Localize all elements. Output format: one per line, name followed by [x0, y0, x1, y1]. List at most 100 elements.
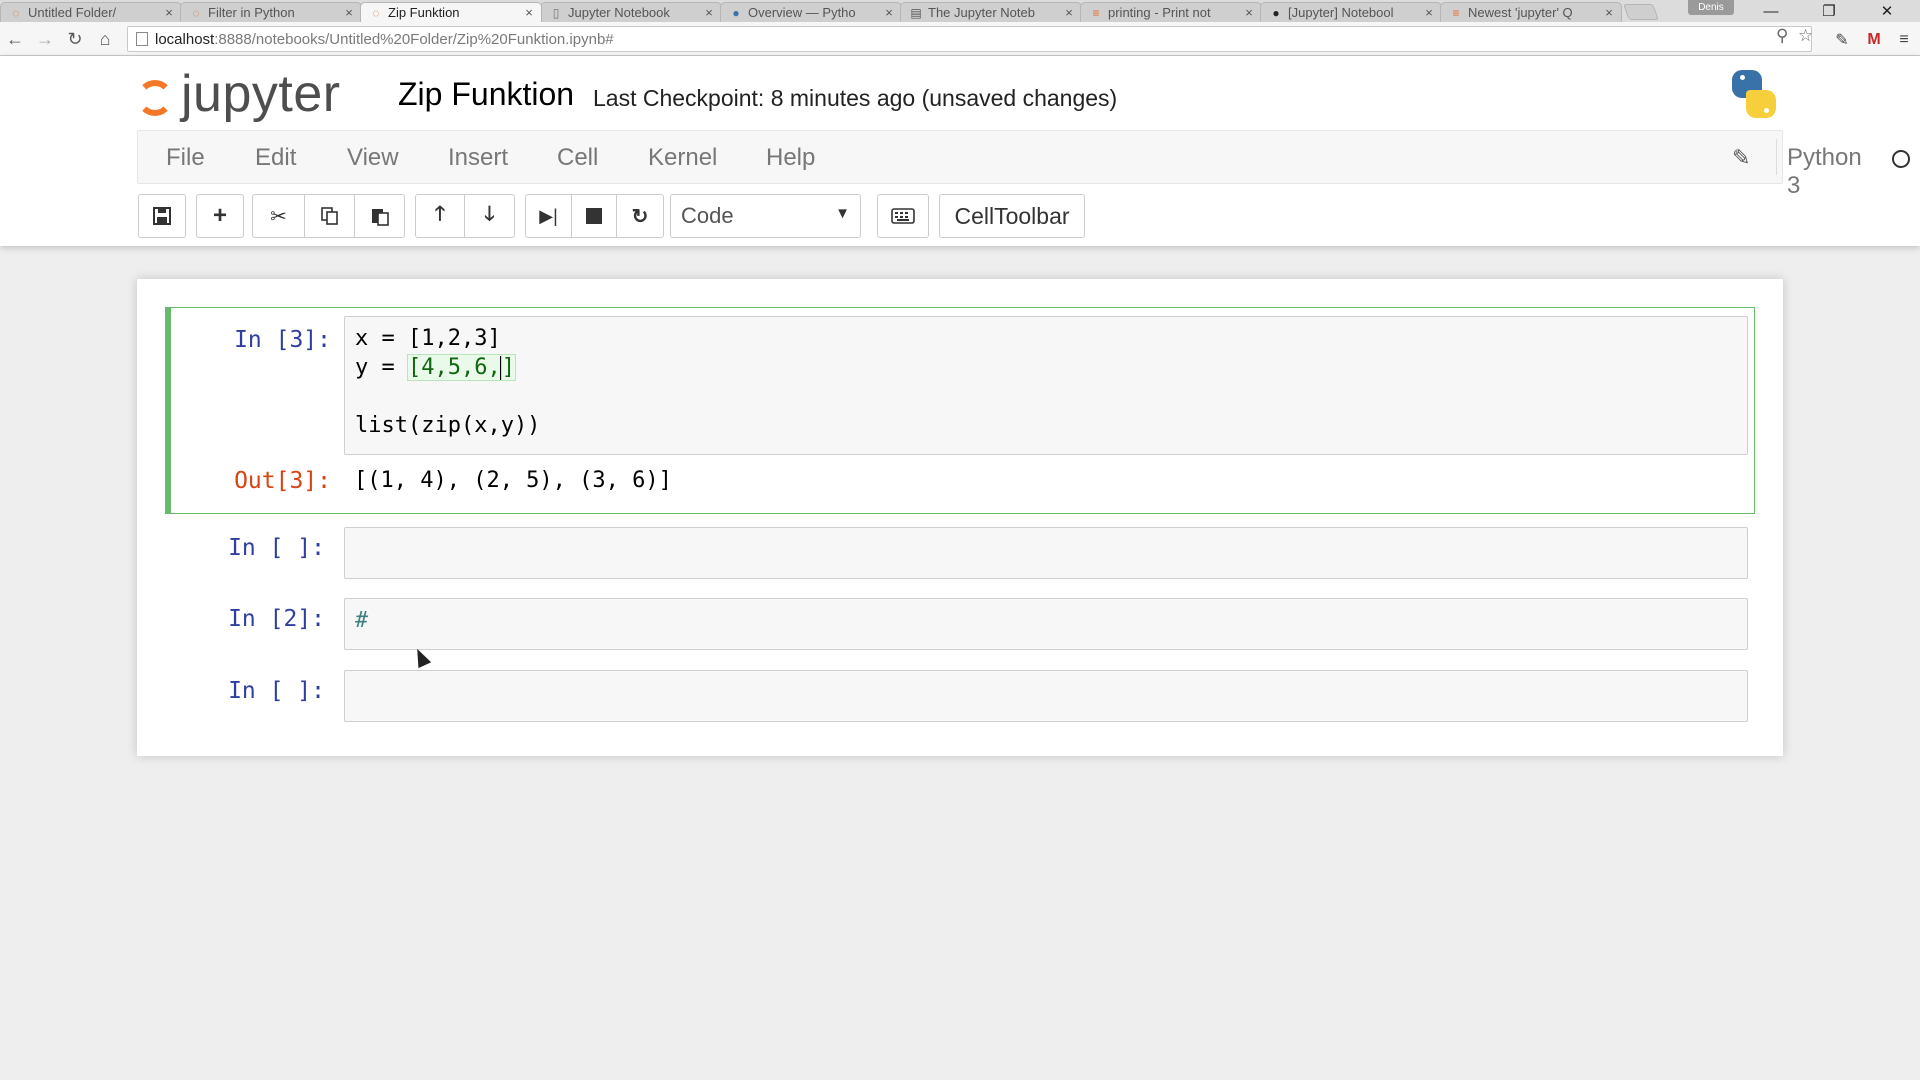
menu-kernel[interactable]: Kernel: [648, 144, 717, 172]
browser-tab[interactable]: ◌ Filter in Python ×: [180, 2, 362, 22]
browser-tab[interactable]: ≡ Newest 'jupyter' Q ×: [1440, 2, 1622, 22]
page-icon: [136, 32, 148, 46]
url-field[interactable]: localhost:8888/notebooks/Untitled%20Fold…: [127, 26, 1812, 52]
close-icon[interactable]: ×: [163, 5, 175, 20]
stop-icon: [586, 208, 602, 224]
book-icon: ▤: [910, 5, 922, 20]
restart-button[interactable]: ↻: [616, 194, 664, 238]
command-palette-button[interactable]: [877, 194, 929, 238]
browser-tab[interactable]: ◌ Untitled Folder/×: [0, 2, 182, 22]
code-editor[interactable]: x = [1,2,3] y = [4,5,6,] list(zip(x,y)): [344, 316, 1748, 455]
restore-icon[interactable]: ❐: [1806, 0, 1852, 22]
scissors-icon: ✂: [270, 205, 287, 228]
cell-type-select[interactable]: Code ▼: [670, 194, 861, 238]
move-up-button[interactable]: 🡑: [415, 194, 465, 238]
move-down-button[interactable]: 🡓: [464, 194, 515, 238]
code-cell[interactable]: In [ ]:: [165, 666, 1755, 726]
paste-button[interactable]: [354, 194, 405, 238]
extension-icon[interactable]: ✎: [1832, 30, 1852, 50]
python-icon: ●: [732, 5, 740, 20]
python-logo-icon: [1728, 68, 1780, 120]
menu-insert[interactable]: Insert: [448, 144, 508, 172]
close-icon[interactable]: ×: [1423, 5, 1435, 20]
input-prompt: In [3]:: [234, 327, 331, 353]
save-button[interactable]: [138, 194, 186, 238]
step-forward-icon: ▶|: [539, 205, 558, 226]
close-icon[interactable]: ×: [523, 5, 535, 20]
browser-tab-active[interactable]: ◌ Zip Funktion ×: [360, 2, 542, 22]
window-close-icon[interactable]: ✕: [1864, 0, 1910, 22]
divider: [1776, 139, 1777, 175]
refresh-icon: ↻: [631, 205, 649, 228]
home-icon[interactable]: ⌂: [94, 28, 116, 50]
close-icon[interactable]: ×: [1063, 5, 1075, 20]
jupyter-header: jupyter Zip Funktion Last Checkpoint: 8 …: [0, 56, 1920, 246]
back-icon[interactable]: ←: [4, 28, 26, 50]
jupyter-logo[interactable]: jupyter: [135, 65, 367, 126]
insert-cell-button[interactable]: +: [196, 194, 244, 238]
zoom-icon[interactable]: ⚲: [1776, 26, 1788, 46]
menubar: File Edit View Insert Cell Kernel Help ✎…: [137, 130, 1910, 199]
browser-tab[interactable]: ▯ Jupyter Notebook ×: [540, 2, 722, 22]
edit-mode-pencil-icon: ✎: [1732, 145, 1751, 170]
celltoolbar-button[interactable]: CellToolbar: [939, 194, 1085, 238]
code-cell[interactable]: In [2]: #: [165, 594, 1755, 654]
arrow-down-icon: 🡓: [484, 203, 495, 225]
menu-edit[interactable]: Edit: [255, 144, 296, 172]
document-icon: ▯: [552, 5, 560, 20]
copy-button[interactable]: [304, 194, 355, 238]
code-cell-selected[interactable]: In [3]: x = [1,2,3] y = [4,5,6,] list(zi…: [165, 307, 1755, 514]
plus-icon: +: [212, 202, 227, 229]
close-icon[interactable]: ×: [343, 5, 355, 20]
browser-tab[interactable]: ● [Jupyter] Notebool ×: [1260, 2, 1442, 22]
github-icon: ●: [1272, 5, 1280, 20]
code-editor[interactable]: [344, 670, 1748, 722]
browser-tabstrip: ◌ Untitled Folder/× ◌ Filter in Python × ◌ Z…: [0, 0, 1920, 22]
run-button[interactable]: ▶|: [525, 194, 572, 238]
menu-icon[interactable]: ≡: [1894, 30, 1914, 50]
floppy-disk-icon: [153, 207, 171, 225]
kernel-idle-indicator-icon: [1892, 150, 1910, 168]
output-prompt: Out[3]:: [234, 468, 331, 494]
cut-button[interactable]: ✂: [252, 194, 305, 238]
keyboard-icon: [891, 208, 915, 224]
cell-output: [(1, 4), (2, 5), (3, 6)]: [354, 468, 672, 493]
notebook-toolbar: + ✂ 🡑 🡓 ▶| ↻ Code ▼ CellToolbar: [137, 194, 1837, 238]
interrupt-button[interactable]: [571, 194, 617, 238]
close-icon[interactable]: ×: [883, 5, 895, 20]
caret-down-icon: ▼: [835, 205, 850, 222]
browser-tab[interactable]: ▤ The Jupyter Noteb ×: [900, 2, 1082, 22]
address-bar: ← → ↻ ⌂ localhost:8888/notebooks/Untitle…: [0, 22, 1920, 56]
gmail-icon[interactable]: M: [1864, 30, 1884, 50]
new-tab-button[interactable]: [1623, 4, 1659, 20]
reload-icon[interactable]: ↻: [64, 28, 86, 50]
browser-tab[interactable]: ● Overview — Pytho ×: [720, 2, 902, 22]
menu-file[interactable]: File: [166, 144, 205, 172]
paste-icon: [371, 209, 389, 226]
jupyter-icon: ◌: [372, 5, 380, 20]
close-icon[interactable]: ×: [1243, 5, 1255, 20]
code-editor[interactable]: [344, 527, 1748, 579]
notebook-title[interactable]: Zip Funktion: [398, 76, 574, 113]
bookmark-star-icon[interactable]: ☆: [1798, 26, 1813, 46]
forward-icon[interactable]: →: [34, 28, 56, 50]
browser-tab[interactable]: ≡ printing - Print not ×: [1080, 2, 1262, 22]
notebook-container: In [3]: x = [1,2,3] y = [4,5,6,] list(zi…: [137, 279, 1783, 756]
jupyter-icon: ◌: [192, 5, 200, 20]
menu-help[interactable]: Help: [766, 144, 815, 172]
menu-cell[interactable]: Cell: [557, 144, 598, 172]
input-prompt: In [ ]:: [228, 678, 325, 704]
input-prompt: In [2]:: [228, 606, 325, 632]
stackoverflow-icon: ≡: [1452, 5, 1460, 20]
code-editor[interactable]: #: [344, 598, 1748, 650]
jupyter-icon: ◌: [12, 5, 20, 20]
profile-badge[interactable]: Denis: [1688, 0, 1734, 15]
minimize-icon[interactable]: —: [1748, 0, 1794, 22]
code-cell[interactable]: In [ ]:: [165, 523, 1755, 583]
input-prompt: In [ ]:: [228, 535, 325, 561]
arrow-up-icon: 🡑: [434, 203, 446, 225]
close-icon[interactable]: ×: [703, 5, 715, 20]
menu-view[interactable]: View: [347, 144, 399, 172]
close-icon[interactable]: ×: [1603, 5, 1615, 20]
kernel-name[interactable]: Python 3: [1787, 144, 1862, 200]
